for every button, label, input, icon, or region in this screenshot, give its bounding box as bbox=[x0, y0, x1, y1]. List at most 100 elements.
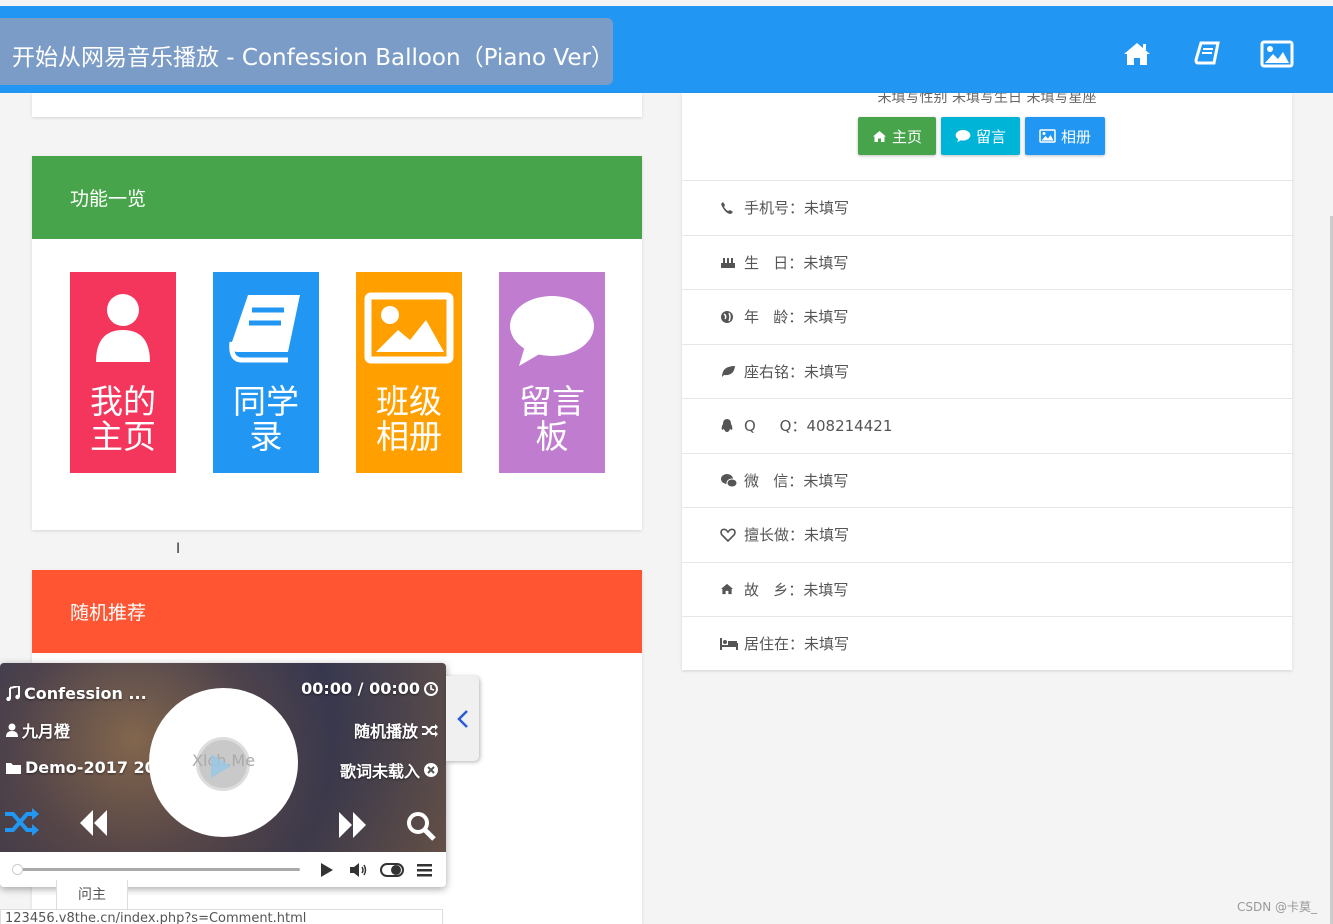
lyrics-toggle[interactable]: 歌词未载入 bbox=[340, 758, 438, 782]
bottom-tab[interactable]: 问主 bbox=[56, 880, 128, 910]
music-note-icon bbox=[6, 686, 20, 701]
info-row-age: 年 龄： 未填写 bbox=[682, 290, 1292, 345]
toggle-icon bbox=[380, 863, 404, 877]
homepage-button-label: 主页 bbox=[892, 127, 923, 146]
tile-label-line1: 留言 bbox=[519, 382, 585, 421]
close-circle-icon bbox=[424, 763, 438, 777]
info-row-motto: 座右铭： 未填写 bbox=[682, 345, 1292, 399]
cake-icon bbox=[720, 255, 744, 269]
wechat-icon bbox=[720, 473, 744, 488]
picture-icon[interactable] bbox=[1259, 38, 1295, 70]
profile-card-bottom bbox=[32, 93, 642, 117]
volume-icon bbox=[350, 863, 367, 877]
leaf-icon bbox=[720, 364, 744, 378]
tile-label-line2: 板 bbox=[535, 417, 569, 456]
info-label: 擅长做： bbox=[744, 526, 805, 545]
clock-icon bbox=[424, 681, 438, 696]
info-value: 未填写 bbox=[803, 471, 849, 490]
info-row-qq: Q Q： 408214421 bbox=[682, 399, 1292, 454]
toggle-switch[interactable] bbox=[380, 863, 404, 877]
tile-label-line1: 我的 bbox=[90, 382, 156, 421]
menu-icon bbox=[417, 864, 432, 877]
globe-icon bbox=[720, 310, 744, 324]
next-button[interactable] bbox=[338, 812, 368, 838]
info-label: 故 乡： bbox=[744, 580, 804, 599]
tile-class-album[interactable]: 班级 相册 bbox=[356, 272, 462, 473]
player-mode: 随机播放 bbox=[353, 722, 418, 741]
playlist-button[interactable] bbox=[417, 864, 432, 877]
play-button[interactable] bbox=[320, 863, 333, 877]
info-row-hometown: 故 乡： 未填写 bbox=[682, 563, 1292, 617]
features-title: 功能一览 bbox=[32, 156, 642, 239]
play-mode-toggle[interactable]: 随机播放 bbox=[354, 718, 438, 742]
profile-buttons: 主页 留言 相册 bbox=[858, 117, 1106, 155]
home-icon bbox=[720, 583, 744, 595]
profile-subtitle: 未填写性别 未填写生日 未填写星座 bbox=[877, 93, 1097, 105]
player-song-title: Confession ... bbox=[24, 684, 147, 703]
home-icon[interactable] bbox=[1119, 38, 1155, 70]
progress-knob[interactable] bbox=[12, 864, 23, 875]
shuffle-icon bbox=[5, 808, 39, 836]
profile-info-list: 手机号： 未填写 生 日： 未填写 年 龄： 未填写 座右铭： 未填写 Q Q： 4082… bbox=[682, 180, 1292, 672]
progress-track[interactable] bbox=[12, 864, 300, 875]
tile-label-line2: 录 bbox=[249, 417, 283, 456]
music-player: Confession ... 九月橙 Demo-2017 20... 00:00… bbox=[0, 663, 446, 887]
info-row-residence: 居住在： 未填写 bbox=[682, 617, 1292, 672]
player-collapse-handle[interactable] bbox=[446, 676, 479, 761]
info-value: 未填写 bbox=[804, 635, 850, 654]
info-label: Q Q： bbox=[744, 417, 807, 436]
now-playing-banner: 开始从网易音乐播放 - Confession Balloon（Piano Ver… bbox=[0, 18, 614, 85]
random-title: 随机推荐 bbox=[32, 570, 642, 653]
album-disc[interactable]: Xlch.Me bbox=[149, 688, 298, 837]
message-button-label: 留言 bbox=[976, 127, 1007, 146]
user-icon bbox=[70, 290, 176, 370]
play-icon bbox=[211, 754, 231, 778]
info-row-skill: 擅长做： 未填写 bbox=[682, 508, 1292, 563]
picture-icon bbox=[1039, 129, 1056, 143]
previous-button[interactable] bbox=[78, 810, 108, 836]
now-playing-text: 开始从网易音乐播放 - Confession Balloon（Piano Ver… bbox=[12, 45, 614, 71]
info-row-wechat: 微 信： 未填写 bbox=[682, 454, 1292, 508]
homepage-button[interactable]: 主页 bbox=[858, 117, 937, 155]
tile-my-homepage[interactable]: 我的 主页 bbox=[70, 272, 176, 473]
tile-label-line2: 主页 bbox=[90, 417, 156, 456]
info-label: 手机号： bbox=[744, 199, 805, 218]
shuffle-button[interactable] bbox=[5, 808, 39, 836]
tile-message-board[interactable]: 留言板 bbox=[499, 272, 605, 473]
book-icon[interactable] bbox=[1189, 38, 1225, 70]
features-panel: 功能一览 我的 主页 同学录 班级 相册 留言板 bbox=[32, 156, 642, 530]
info-value: 未填写 bbox=[804, 526, 850, 545]
status-url: 123456.v8the.cn/index.php?s=Comment.html bbox=[0, 909, 443, 924]
text-cursor-icon: I bbox=[176, 541, 181, 557]
search-button[interactable] bbox=[406, 811, 436, 841]
search-icon bbox=[407, 812, 436, 841]
tile-label-line1: 同学 bbox=[233, 382, 299, 421]
bed-icon bbox=[720, 637, 744, 650]
info-value: 未填写 bbox=[803, 253, 849, 272]
info-value: 未填写 bbox=[803, 580, 849, 599]
picture-icon bbox=[356, 290, 462, 370]
player-artist: 九月橙 bbox=[22, 722, 71, 741]
info-label: 座右铭： bbox=[744, 362, 805, 381]
tile-label-line1: 班级 bbox=[376, 382, 442, 421]
player-time: 00:00 / 00:00 bbox=[301, 679, 420, 698]
book-icon bbox=[213, 290, 319, 370]
info-value: 未填写 bbox=[804, 199, 850, 218]
shuffle-icon bbox=[422, 723, 438, 737]
message-button[interactable]: 留言 bbox=[941, 117, 1021, 155]
tile-label-line2: 相册 bbox=[376, 417, 442, 456]
info-label: 居住在： bbox=[744, 635, 805, 654]
info-value: 408214421 bbox=[806, 416, 893, 435]
album-button[interactable]: 相册 bbox=[1025, 117, 1106, 155]
watermark-credit: CSDN @卡莫_ bbox=[1236, 900, 1317, 914]
comment-icon bbox=[955, 130, 971, 143]
album-button-label: 相册 bbox=[1061, 127, 1092, 146]
tile-classmates[interactable]: 同学录 bbox=[213, 272, 319, 473]
phone-icon bbox=[720, 201, 744, 215]
info-value: 未填写 bbox=[804, 362, 850, 381]
volume-button[interactable] bbox=[350, 863, 368, 877]
top-nav-icons bbox=[1119, 38, 1295, 70]
play-icon bbox=[321, 863, 333, 877]
info-label: 微 信： bbox=[744, 471, 804, 490]
home-icon bbox=[873, 130, 886, 142]
